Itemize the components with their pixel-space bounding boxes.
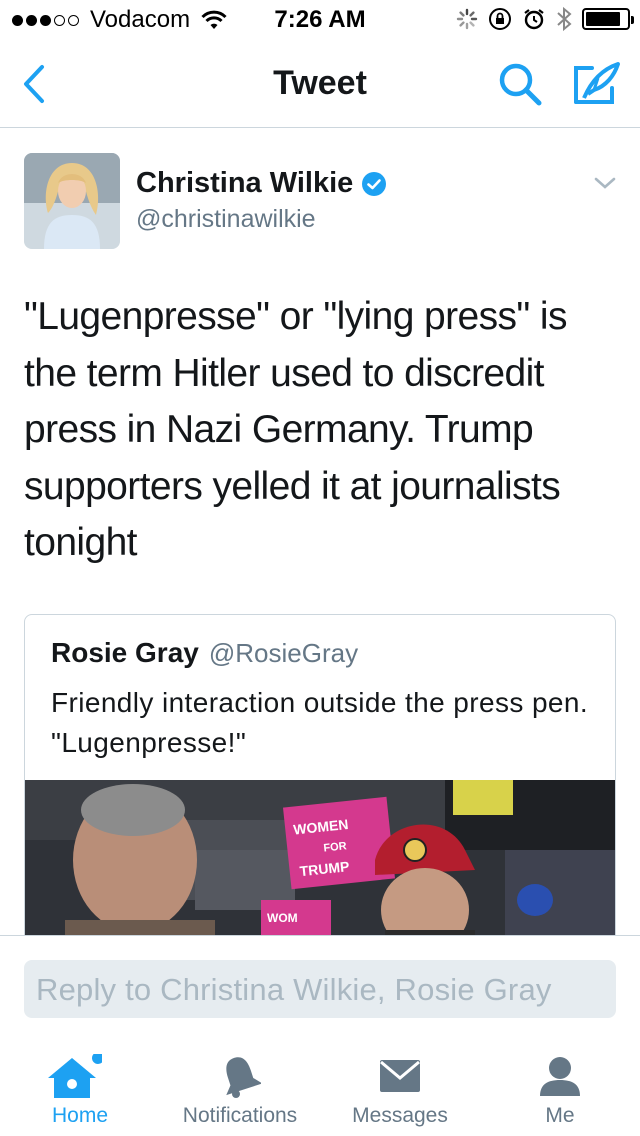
- orientation-lock-icon: [489, 8, 511, 30]
- reply-placeholder: Reply to Christina Wilkie, Rosie Gray: [36, 972, 552, 1007]
- person-icon: [540, 1057, 580, 1096]
- tab-messages[interactable]: Messages: [320, 1038, 480, 1136]
- tab-label: Notifications: [182, 1104, 298, 1127]
- nav-bar: Tweet: [0, 40, 640, 128]
- tab-label: Home: [51, 1104, 109, 1127]
- reply-area: Reply to Christina Wilkie, Rosie Gray: [0, 935, 640, 1038]
- quoted-author-name: Rosie Gray: [51, 637, 199, 668]
- author-name[interactable]: Christina Wilkie: [136, 167, 353, 200]
- quoted-tweet[interactable]: Rosie Gray @RosieGray Friendly interacti…: [24, 614, 616, 935]
- page-title: Tweet: [273, 64, 367, 102]
- quoted-tweet-text: Friendly interaction outside the press p…: [51, 687, 589, 758]
- battery-icon: [582, 8, 634, 30]
- search-icon: [499, 63, 542, 106]
- avatar-image: [24, 153, 120, 249]
- compose-icon: [574, 62, 620, 104]
- reply-input[interactable]: Reply to Christina Wilkie, Rosie Gray: [24, 960, 616, 1018]
- bell-icon: [226, 1057, 261, 1098]
- home-icon: [48, 1054, 102, 1098]
- status-right: [456, 6, 634, 32]
- tab-notifications[interactable]: Notifications: [160, 1038, 320, 1136]
- status-bar: Vodacom 7:26 AM: [0, 0, 640, 40]
- battery-fill: [586, 12, 620, 26]
- author-name-row: Christina Wilkie: [136, 167, 387, 200]
- compose-button[interactable]: [572, 60, 622, 108]
- tab-label: Messages: [352, 1104, 448, 1127]
- quoted-author-handle: @RosieGray: [208, 638, 359, 668]
- bluetooth-icon: [557, 6, 572, 32]
- tab-me[interactable]: Me: [480, 1038, 640, 1136]
- media-image: WOMEN FOR TRUMP WOM: [25, 780, 615, 935]
- avatar[interactable]: [24, 153, 120, 249]
- tweet-detail: Christina Wilkie @christinawilkie "Lugen…: [0, 129, 640, 935]
- svg-text:WOM: WOM: [267, 911, 298, 925]
- quoted-tweet-header: Rosie Gray @RosieGray: [51, 637, 358, 669]
- quoted-tweet-media[interactable]: WOMEN FOR TRUMP WOM: [25, 780, 615, 935]
- alarm-icon: [524, 9, 544, 30]
- tab-label: Me: [545, 1104, 575, 1127]
- svg-text:FOR: FOR: [323, 840, 347, 854]
- chevron-down-icon: [594, 177, 616, 189]
- verified-badge-icon: [362, 171, 387, 196]
- tab-bar: Home Notifications Messages Me: [0, 1038, 640, 1136]
- tab-home[interactable]: Home: [0, 1038, 160, 1136]
- tweet-options-button[interactable]: [592, 173, 618, 193]
- activity-spinner-icon: [456, 8, 478, 30]
- author-handle[interactable]: @christinawilkie: [136, 205, 316, 234]
- tweet-text: "Lugenpresse" or "lying press" is the te…: [24, 295, 567, 564]
- envelope-icon: [380, 1060, 420, 1092]
- search-button[interactable]: [496, 60, 544, 108]
